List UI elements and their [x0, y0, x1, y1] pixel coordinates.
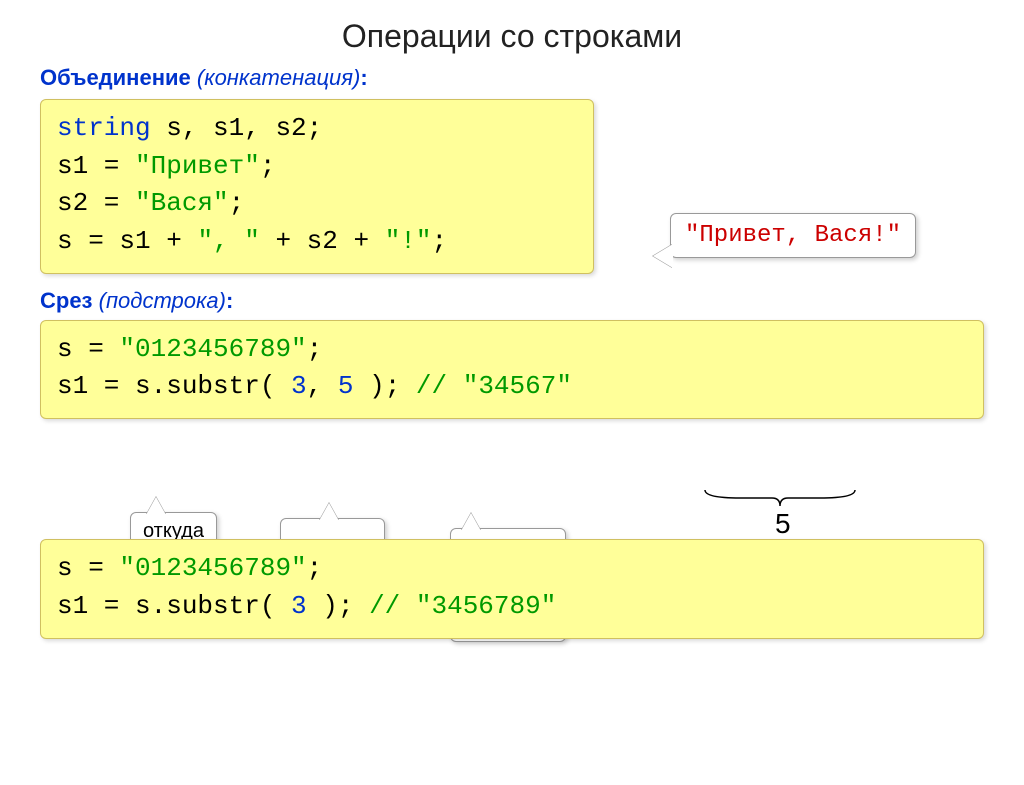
section1-italic: (конкатенация)	[191, 65, 361, 90]
brace-label: 5	[775, 508, 791, 540]
section2-bold: Срез	[40, 288, 93, 313]
code-line: s1 = "Привет";	[57, 148, 577, 186]
brace	[700, 488, 860, 508]
code-box-1: string s, s1, s2; s1 = "Привет"; s2 = "В…	[40, 99, 594, 274]
code-line: s1 = s.substr( 3 ); // "3456789"	[57, 588, 967, 626]
section2-colon: :	[226, 288, 233, 313]
callout-tail	[461, 513, 481, 531]
code-box-3: s = "0123456789"; s1 = s.substr( 3 ); //…	[40, 539, 984, 638]
callout-result: "Привет, Вася!"	[670, 213, 916, 258]
code-line: s1 = s.substr( 3, 5 ); // "34567"	[57, 368, 967, 406]
code-line: s = "0123456789";	[57, 331, 967, 369]
section1-colon: :	[360, 65, 367, 90]
code-line: string s, s1, s2;	[57, 110, 577, 148]
code-box-2: s = "0123456789"; s1 = s.substr( 3, 5 );…	[40, 320, 984, 419]
code-line: s = s1 + ", " + s2 + "!";	[57, 223, 577, 261]
callout-tail	[653, 244, 673, 268]
page-title: Операции со строками	[0, 18, 1024, 55]
code-line: s = "0123456789";	[57, 550, 967, 588]
section2-label: Срез (подстрока):	[40, 288, 1024, 314]
code-line: s2 = "Вася";	[57, 185, 577, 223]
section1-label: Объединение (конкатенация):	[40, 65, 1024, 91]
section2-italic: (подстрока)	[93, 288, 226, 313]
callout-tail	[146, 497, 166, 515]
callout-tail	[319, 503, 339, 521]
section1-bold: Объединение	[40, 65, 191, 90]
